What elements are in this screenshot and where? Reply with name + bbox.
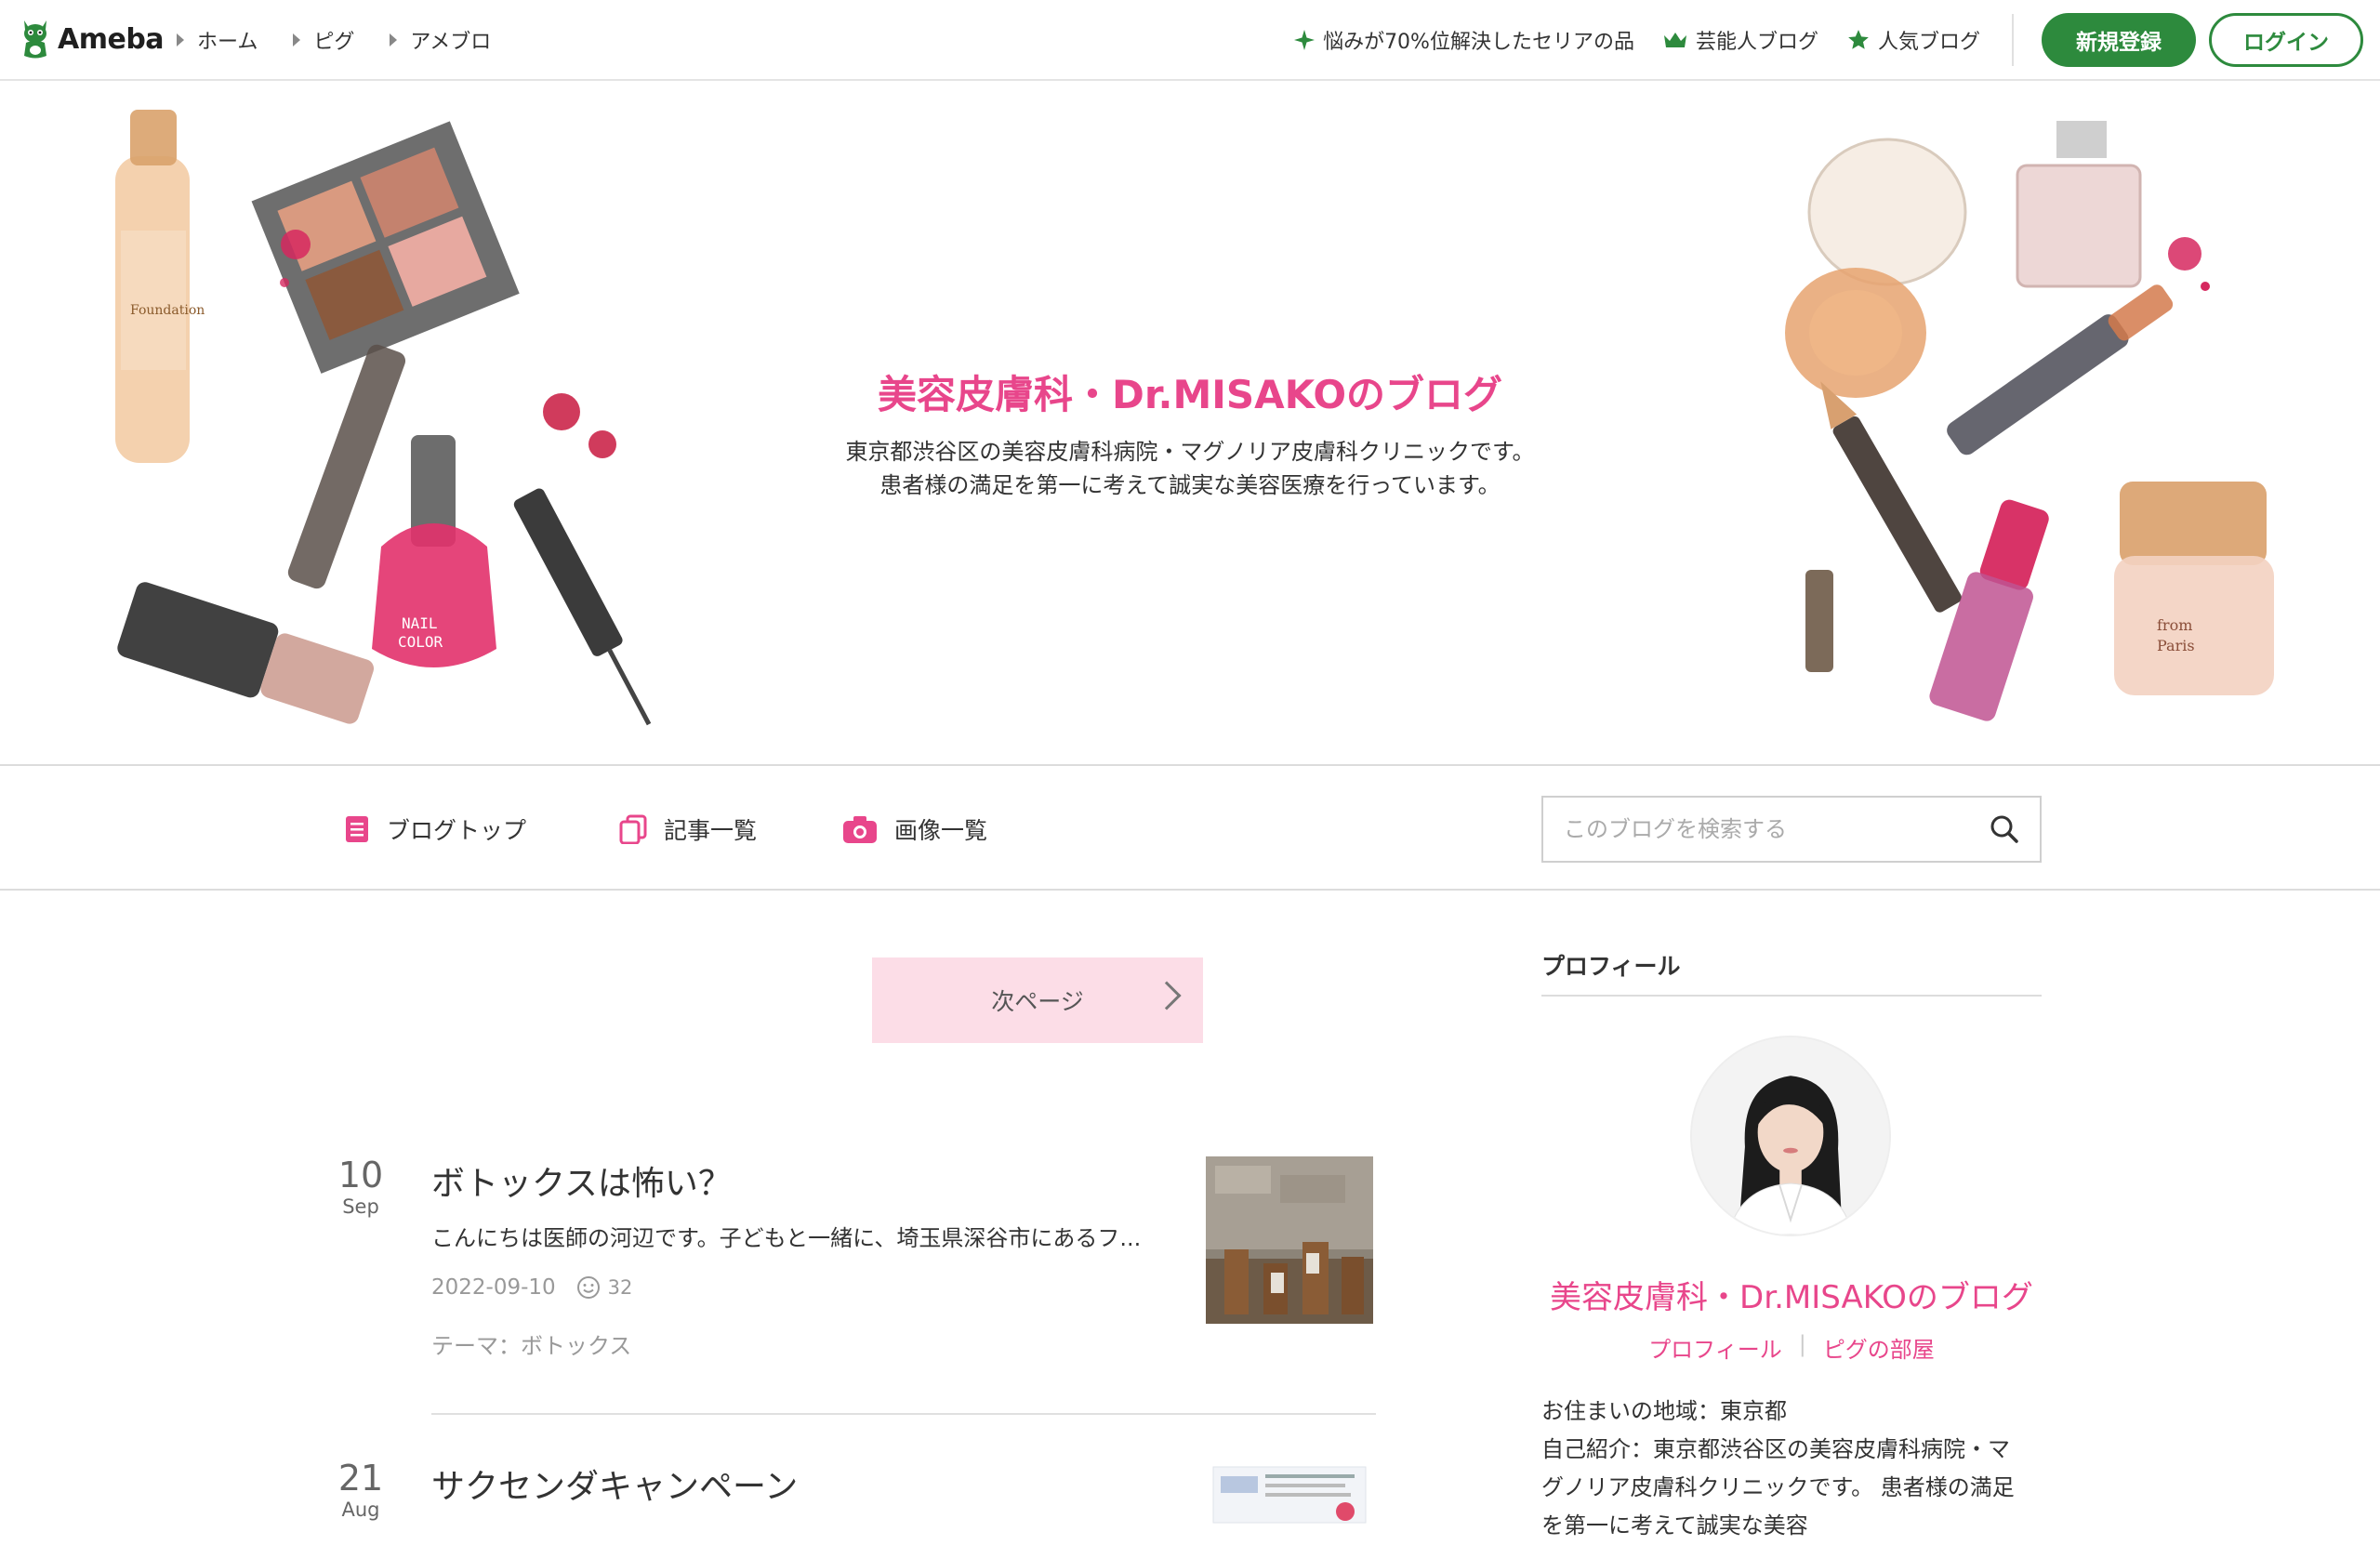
cosmetics-illustration-right: from Paris [1785, 121, 2274, 721]
blog-search-box [1541, 796, 2042, 863]
login-button[interactable]: ログイン [2209, 13, 2363, 67]
crumb-label: ピグ [313, 31, 355, 54]
article-list-icon [619, 814, 647, 844]
popular-blog-link[interactable]: 人気ブログ [1846, 25, 1980, 55]
entry-date-badge: 21 Aug [335, 1459, 387, 1521]
nav-label: 記事一覧 [664, 817, 758, 844]
header-actions: 悩みが70%位解決したセリアの品 芸能人ブログ 人気ブログ 新規登録 ログイン [1293, 13, 2363, 67]
entry-day: 10 [337, 1155, 384, 1195]
entry-date-badge: 10 Sep [335, 1156, 387, 1218]
profile-info: お住まいの地域：東京都 自己紹介：東京都渋谷区の美容皮膚科病院・マ グノリア皮膚… [1541, 1393, 2042, 1545]
profile-intro-line: グノリア皮膚科クリニックです。 患者様の満足 [1541, 1474, 2015, 1500]
celebrity-blog-link[interactable]: 芸能人ブログ [1662, 25, 1818, 55]
like-count: 32 [607, 1276, 633, 1299]
popular-blog-label: 人気ブログ [1877, 31, 1980, 54]
svg-text:NAIL: NAIL [402, 614, 438, 632]
entry-theme[interactable]: テーマ：ボトックス [431, 1327, 631, 1360]
crumb-ameblo[interactable]: アメブロ [390, 25, 491, 55]
entry-day: 21 [337, 1458, 384, 1499]
entry-excerpt[interactable]: こんにちは医師の河辺です。子どもと一緒に、埼玉県深谷市にあるフ... [431, 1220, 1175, 1252]
next-page-label: 次ページ [991, 988, 1084, 1015]
entry-meta: 2022-09-10 32 [431, 1275, 632, 1300]
crumb-home[interactable]: ホーム [177, 25, 258, 55]
nav-label: 画像一覧 [894, 817, 988, 844]
ameba-logo[interactable]: Ameba [19, 17, 165, 61]
nav-article-list[interactable]: 記事一覧 [619, 812, 757, 846]
nav-image-list[interactable]: 画像一覧 [842, 812, 987, 846]
profile-links: プロフィール | ピグの部屋 [1541, 1331, 2042, 1364]
nav-label: ブログトップ [387, 817, 527, 844]
entry-item: 10 Sep ボトックスは怖い？ こんにちは医師の河辺です。子どもと一緒に、埼玉… [335, 1156, 1376, 1417]
blog-header: Foundation NAIL COLOR 美容皮膚科・Dr.MISAKOのブロ… [0, 82, 2380, 766]
link-separator: | [1798, 1331, 1806, 1357]
entry-title[interactable]: サクセンダキャンペーン [431, 1459, 798, 1508]
register-button[interactable]: 新規登録 [2042, 13, 2196, 67]
search-input[interactable] [1564, 816, 1990, 842]
cosmetics-illustration-left: Foundation NAIL COLOR [115, 110, 652, 726]
caret-right-icon [390, 33, 398, 46]
blog-top-icon [346, 816, 368, 842]
crumb-pigg[interactable]: ピグ [293, 25, 354, 55]
entry-separator [431, 1413, 1376, 1415]
divider [2012, 14, 2014, 66]
camera-icon [843, 816, 877, 843]
smiley-icon [576, 1276, 600, 1299]
profile-link[interactable]: プロフィール [1648, 1331, 1782, 1364]
logo-text: Ameba [58, 22, 165, 56]
next-page-button[interactable]: 次ページ [872, 957, 1203, 1043]
entry-datetime: 2022-09-10 [431, 1275, 556, 1300]
entry-thumbnail[interactable] [1206, 1463, 1373, 1526]
crumb-label: ホーム [197, 31, 258, 54]
svg-text:Paris: Paris [2157, 637, 2195, 654]
global-header: Ameba ホーム ピグ アメブロ 悩みが70%位解決したセリアの品 芸能人ブロ… [0, 0, 2380, 81]
svg-text:Foundation: Foundation [130, 303, 205, 318]
crumb-label: アメブロ [410, 31, 492, 54]
profile-heading: プロフィール [1541, 948, 2042, 997]
entry-title[interactable]: ボトックスは怖い？ [431, 1156, 732, 1205]
chevron-right-icon [1152, 981, 1182, 1010]
caret-right-icon [293, 33, 301, 46]
entry-month: Sep [342, 1195, 379, 1218]
crown-icon [1663, 33, 1686, 47]
avatar[interactable] [1690, 1036, 1891, 1236]
entry-month: Aug [341, 1499, 380, 1521]
entry-item: 21 Aug サクセンダキャンペーン [335, 1459, 1376, 1526]
promo-link-label: 悩みが70%位解決したセリアの品 [1323, 31, 1634, 54]
sparkle-icon [1294, 30, 1316, 50]
pigg-room-link[interactable]: ピグの部屋 [1823, 1331, 1935, 1364]
promo-link[interactable]: 悩みが70%位解決したセリアの品 [1293, 25, 1634, 55]
ameba-mascot-icon [24, 20, 46, 59]
profile-intro-line: 自己紹介：東京都渋谷区の美容皮膚科病院・マ [1541, 1436, 2010, 1462]
entry-like-count[interactable]: 32 [576, 1275, 633, 1300]
profile-blog-name[interactable]: 美容皮膚科・Dr.MISAKOのブログ [1541, 1272, 2042, 1317]
entry-thumbnail[interactable] [1206, 1156, 1373, 1324]
svg-text:COLOR: COLOR [398, 633, 443, 651]
profile-residence: お住まいの地域：東京都 [1541, 1398, 1787, 1424]
nav-blog-top[interactable]: ブログトップ [344, 812, 526, 846]
profile-sidebar: プロフィール 美容皮膚科・Dr.MISAKOのブログ プロフィール | ピグの部… [1541, 948, 2042, 1538]
svg-text:from: from [2157, 616, 2192, 634]
caret-right-icon [177, 33, 184, 46]
star-icon [1848, 30, 1869, 49]
blog-navigation: ブログトップ 記事一覧 画像一覧 [0, 768, 2380, 891]
celebrity-blog-label: 芸能人ブログ [1695, 31, 1818, 54]
breadcrumb: ホーム ピグ アメブロ [177, 25, 491, 55]
search-icon[interactable] [1990, 814, 2019, 844]
